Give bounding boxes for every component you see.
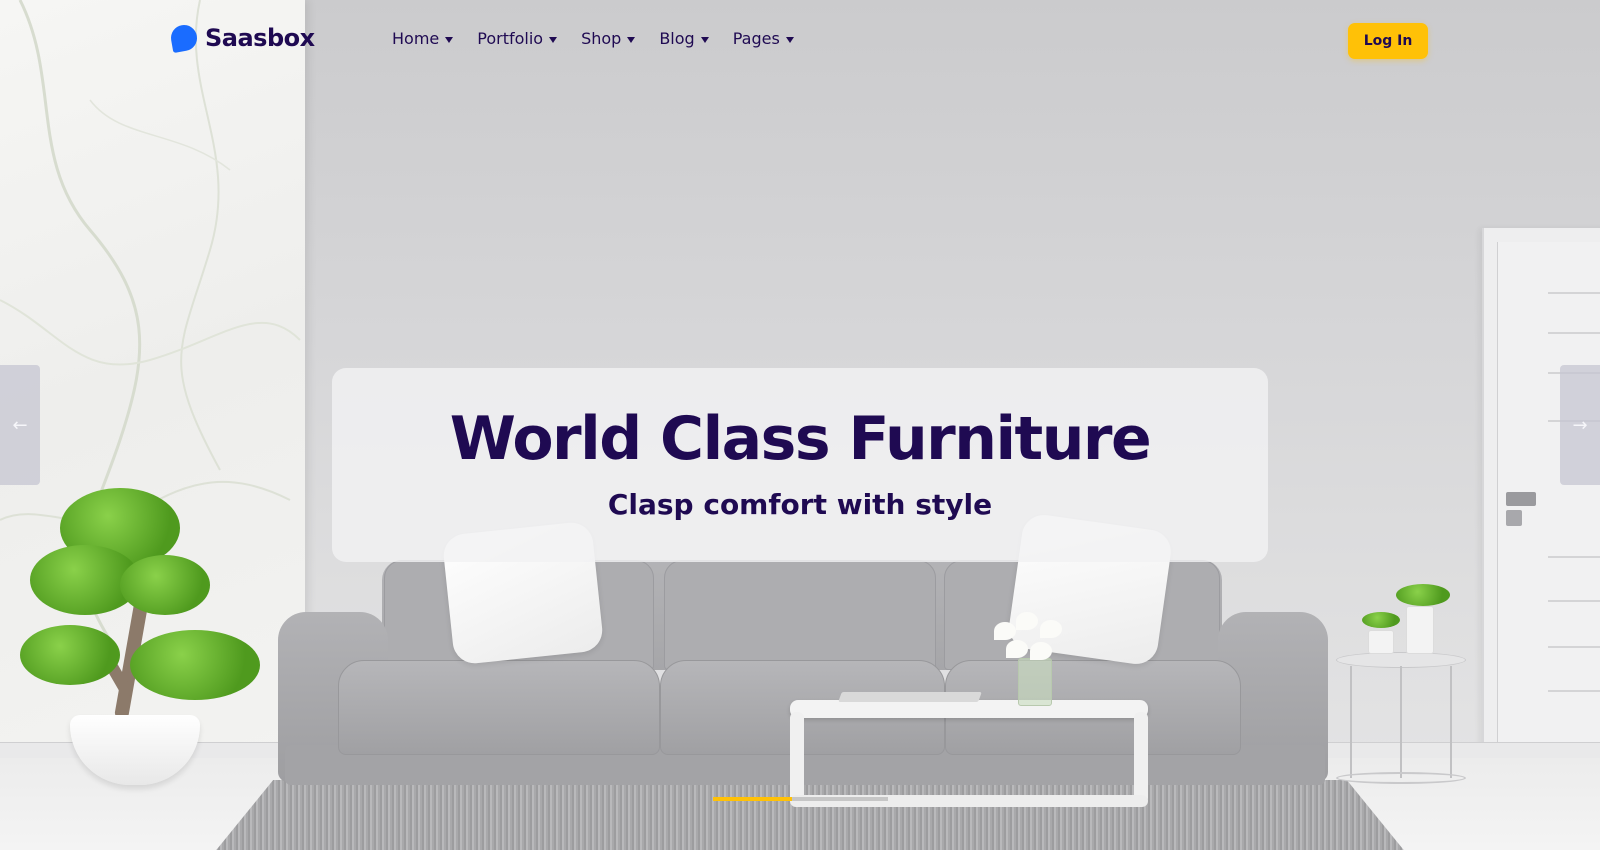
succulent-leaves [1362, 612, 1400, 628]
flower [1040, 620, 1062, 638]
caret-down-icon [785, 36, 794, 43]
sofa-seat [338, 660, 660, 755]
caret-down-icon [549, 36, 558, 43]
coffee-table-side [790, 712, 804, 804]
flower [994, 622, 1016, 640]
brand-logo-icon [168, 22, 200, 54]
door-panel-line [1548, 292, 1600, 294]
coffee-table-side [1134, 712, 1148, 804]
slider-progress [713, 797, 888, 801]
side-table-ring [1336, 772, 1466, 784]
slider-next-button[interactable]: → [1560, 365, 1600, 485]
arrow-left-icon: ← [12, 414, 28, 436]
door-panel-line [1548, 690, 1600, 692]
bonsai-foliage [130, 630, 260, 700]
caret-down-icon [445, 36, 454, 43]
door-handle [1506, 492, 1536, 506]
brand-logo[interactable]: Saasbox [168, 22, 315, 54]
door-panel-line [1548, 646, 1600, 648]
main-nav: Home Portfolio Shop Blog Pages [392, 29, 794, 48]
hero-subtitle: Clasp comfort with style [607, 488, 993, 521]
nav-item-pages[interactable]: Pages [733, 29, 794, 48]
nav-item-shop[interactable]: Shop [581, 29, 636, 48]
hero-banner: World Class Furniture Clasp comfort with… [332, 368, 1268, 562]
slider-progress-fill [713, 797, 792, 801]
slider-prev-button[interactable]: ← [0, 365, 40, 485]
brand-name: Saasbox [205, 24, 315, 52]
caret-down-icon [627, 36, 636, 43]
flower [1006, 640, 1028, 658]
succulent-leaves [1396, 584, 1450, 606]
rug [200, 780, 1420, 850]
sofa-back-cushion [664, 560, 936, 670]
nav-item-home[interactable]: Home [392, 29, 454, 48]
door-panel-line [1548, 332, 1600, 334]
nav-item-label: Portfolio [477, 29, 544, 48]
small-plant-pot [1368, 630, 1394, 654]
caret-down-icon [700, 36, 709, 43]
open-book [838, 692, 982, 702]
flower [1016, 612, 1038, 630]
login-button[interactable]: Log In [1348, 23, 1428, 59]
arrow-right-icon: → [1572, 414, 1588, 436]
coffee-table-top [790, 700, 1148, 718]
nav-item-label: Blog [659, 29, 695, 48]
nav-item-label: Home [392, 29, 440, 48]
site-header: Saasbox Home Portfolio Shop Blog Pages L… [0, 0, 1600, 82]
side-table-leg [1350, 666, 1352, 778]
door-panel-line [1548, 556, 1600, 558]
door-lock [1506, 510, 1522, 526]
door-panel-line [1548, 600, 1600, 602]
nav-item-label: Pages [732, 29, 780, 48]
side-table-leg [1450, 666, 1452, 778]
vase [1018, 658, 1052, 706]
bonsai-foliage [20, 625, 120, 685]
bonsai-foliage [120, 555, 210, 615]
nav-item-blog[interactable]: Blog [659, 29, 709, 48]
hero-slider: Saasbox Home Portfolio Shop Blog Pages L… [0, 0, 1600, 850]
tall-plant-pot [1406, 606, 1434, 654]
flower [1030, 642, 1052, 660]
nav-item-label: Shop [581, 29, 622, 48]
side-table-leg [1400, 666, 1402, 778]
hero-title: World Class Furniture [449, 404, 1152, 474]
nav-item-portfolio[interactable]: Portfolio [477, 29, 558, 48]
